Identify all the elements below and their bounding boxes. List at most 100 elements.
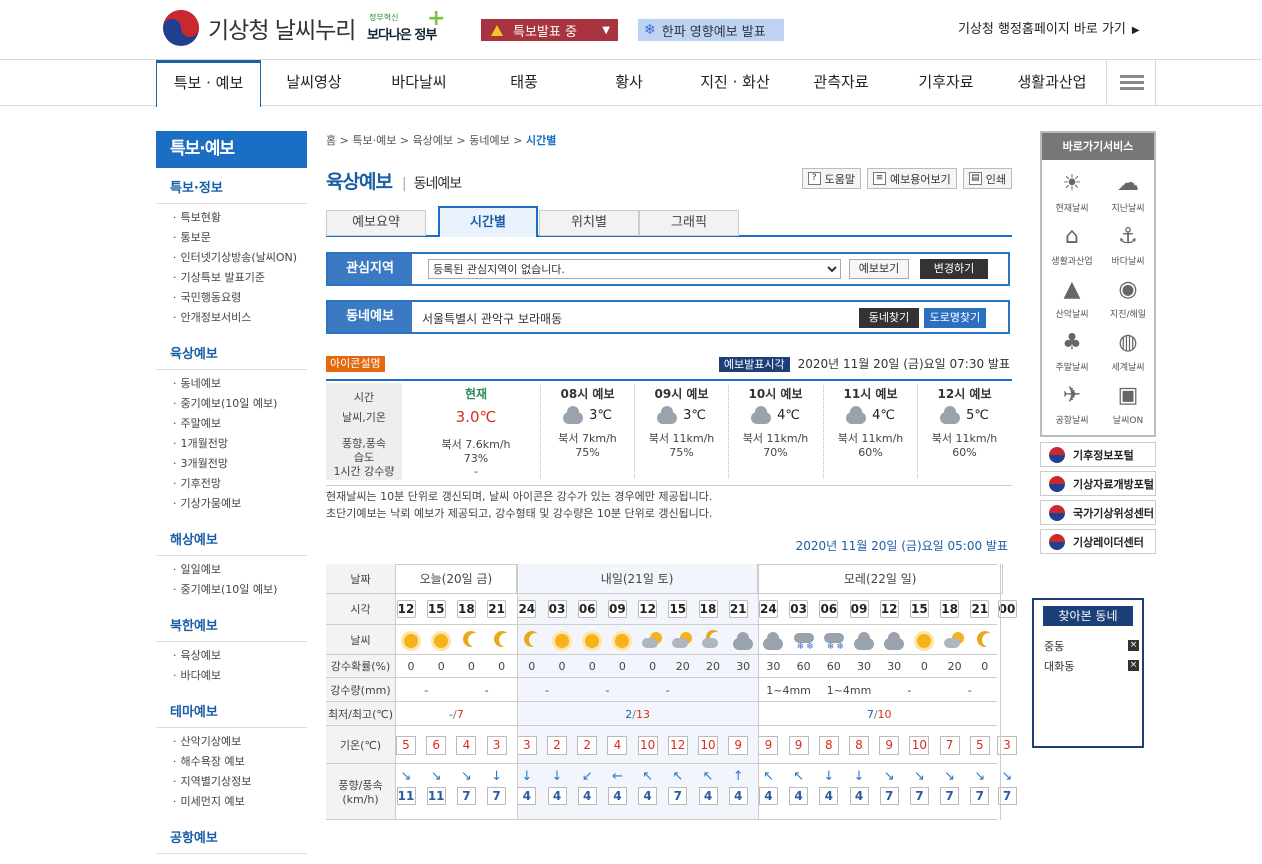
lnb-item[interactable]: 주말예보 bbox=[156, 414, 307, 434]
temp-cell: 10 bbox=[633, 736, 663, 755]
lnb-item[interactable]: 육상예보 bbox=[156, 646, 307, 666]
gnb-marine[interactable]: 바다날씨 bbox=[367, 60, 471, 106]
pop-cell: 30 bbox=[887, 660, 902, 673]
lnb-item[interactable]: 3개월전망 bbox=[156, 454, 307, 474]
breadcrumb-land[interactable]: 육상예보 bbox=[413, 134, 453, 147]
gnb-earthquake[interactable]: 지진 · 화산 bbox=[682, 60, 788, 106]
rain-cell: 1~4mm bbox=[826, 684, 872, 697]
lnb-section-title[interactable]: 북한예보 bbox=[156, 606, 307, 642]
icon-legend-button[interactable]: 아이콘설명 bbox=[326, 356, 385, 372]
gnb-weather-video[interactable]: 날씨영상 bbox=[262, 60, 366, 106]
find-road-button[interactable]: 도로명찾기 bbox=[924, 308, 986, 328]
lnb-section-title[interactable]: 육상예보 bbox=[156, 334, 307, 370]
gnb-forecast[interactable]: 특보 · 예보 bbox=[156, 60, 261, 107]
view-forecast-button[interactable]: 예보보기 bbox=[849, 259, 909, 279]
left-nav: 특보·예보 특보·정보특보현황통보문인터넷기상방송(날씨ON)기상특보 발표기준… bbox=[156, 131, 307, 854]
lnb-item[interactable]: 안개정보서비스 bbox=[156, 308, 307, 328]
lnb-item[interactable]: 동네예보 bbox=[156, 374, 307, 394]
lnb-item[interactable]: 중기예보(10일 예보) bbox=[156, 580, 307, 600]
taegeuk-icon bbox=[1049, 446, 1065, 463]
help-button[interactable]: ? 도움말 bbox=[801, 168, 862, 189]
tab-location[interactable]: 위치별 bbox=[539, 210, 639, 236]
tab-hourly[interactable]: 시간별 bbox=[438, 206, 538, 237]
close-icon[interactable]: × bbox=[1128, 660, 1139, 671]
lnb-item[interactable]: 기상특보 발표기준 bbox=[156, 268, 307, 288]
breadcrumb-forecast[interactable]: 특보·예보 bbox=[352, 134, 396, 147]
lnb-item[interactable]: 국민행동요령 bbox=[156, 288, 307, 308]
cold-wave-button[interactable]: ❄ 한파 영향예보 발표 bbox=[638, 19, 784, 41]
lnb-section-title[interactable]: 특보·정보 bbox=[156, 168, 307, 204]
quick-link[interactable]: ◍ 세계날씨 bbox=[1100, 330, 1156, 373]
quick-link[interactable]: ♣ 주말날씨 bbox=[1044, 330, 1100, 373]
lnb-item[interactable]: 중기예보(10일 예보) bbox=[156, 394, 307, 414]
lnb-item[interactable]: 통보문 bbox=[156, 228, 307, 248]
wind-arrow-icon: ← bbox=[611, 769, 623, 784]
mountain-icon: ▲ bbox=[1063, 277, 1081, 302]
forecast-column: 11시 예보 4℃ 북서 11km/h 60% bbox=[823, 385, 917, 478]
lnb-item[interactable]: 바다예보 bbox=[156, 666, 307, 686]
lnb-section-title[interactable]: 공항예보 bbox=[156, 818, 307, 854]
temp-cell: 4 bbox=[602, 736, 632, 755]
lnb-item[interactable]: 기후전망 bbox=[156, 474, 307, 494]
sun-icon bbox=[434, 634, 449, 648]
change-button[interactable]: 변경하기 bbox=[920, 259, 988, 279]
tab-summary[interactable]: 예보요약 bbox=[326, 210, 426, 236]
row-label: 기온(℃) bbox=[326, 726, 396, 764]
lnb-item[interactable]: 인터넷기상방송(날씨ON) bbox=[156, 248, 307, 268]
gnb-yellow-dust[interactable]: 황사 bbox=[577, 60, 681, 106]
quick-link[interactable]: ⚓ 바다날씨 bbox=[1100, 224, 1156, 267]
quick-link[interactable]: ☀ 현재날씨 bbox=[1044, 171, 1100, 214]
quick-link[interactable]: ▲ 산악날씨 bbox=[1044, 277, 1100, 320]
close-icon[interactable]: × bbox=[1128, 640, 1139, 651]
interest-region-select[interactable]: 등록된 관심지역이 없습니다. bbox=[428, 259, 841, 279]
lnb-item[interactable]: 특보현황 bbox=[156, 208, 307, 228]
quick-link[interactable]: ✈ 공항날씨 bbox=[1044, 383, 1100, 426]
gnb-life-industry[interactable]: 생활과산업 bbox=[999, 60, 1105, 106]
breadcrumb-home[interactable]: 홈 bbox=[326, 134, 336, 147]
visited-item[interactable]: 중동 bbox=[1044, 638, 1064, 654]
pop-cell: 0 bbox=[649, 660, 657, 673]
weather-cell bbox=[671, 631, 695, 651]
find-dong-button[interactable]: 동네찾기 bbox=[859, 308, 919, 328]
tab-graphic[interactable]: 그래픽 bbox=[639, 210, 739, 236]
kma-home-link[interactable]: 기상청 행정홈페이지 바로 가기 ▶ bbox=[958, 18, 1140, 37]
alert-label: 특보발표 중 bbox=[513, 24, 577, 40]
pop-cell: 0 bbox=[498, 660, 506, 673]
breadcrumb-dong[interactable]: 동네예보 bbox=[469, 134, 509, 147]
visited-item[interactable]: 대화동 bbox=[1044, 658, 1074, 674]
gnb-climate[interactable]: 기후자료 bbox=[894, 60, 998, 106]
lnb-item[interactable]: 해수욕장 예보 bbox=[156, 752, 307, 772]
portal-link[interactable]: 기후정보포털 bbox=[1040, 442, 1156, 467]
portal-link[interactable]: 기상레이더센터 bbox=[1040, 529, 1156, 554]
quick-link[interactable]: ☁ 지난날씨 bbox=[1100, 171, 1156, 214]
quick-link[interactable]: ▣ 날씨ON bbox=[1100, 383, 1156, 426]
glossary-button[interactable]: ≡ 예보용어보기 bbox=[867, 168, 957, 189]
cloud-icon bbox=[763, 632, 784, 650]
quick-link[interactable]: ◉ 지진/해일 bbox=[1100, 277, 1156, 320]
print-button[interactable]: ▤ 인쇄 bbox=[962, 168, 1012, 189]
wind-cell: ↓ 4 bbox=[844, 770, 874, 805]
quick-link[interactable]: ⌂ 생활과산업 bbox=[1044, 224, 1100, 267]
alert-dropdown-button[interactable]: 특보발표 중 ▼ bbox=[481, 19, 618, 41]
menu-icon[interactable] bbox=[1106, 60, 1156, 106]
lnb-title: 특보·예보 bbox=[156, 131, 307, 168]
gnb-typhoon[interactable]: 태풍 bbox=[472, 60, 576, 106]
lnb-item[interactable]: 1개월전망 bbox=[156, 434, 307, 454]
portal-link[interactable]: 기상자료개방포털 bbox=[1040, 471, 1156, 496]
lnb-section-title[interactable]: 해상예보 bbox=[156, 520, 307, 556]
lnb-item[interactable]: 지역별기상정보 bbox=[156, 772, 307, 792]
portal-link[interactable]: 국가기상위성센터 bbox=[1040, 500, 1156, 525]
gnb-observation[interactable]: 관측자료 bbox=[789, 60, 893, 106]
lnb-item[interactable]: 기상가뭄예보 bbox=[156, 494, 307, 514]
lnb-section-title[interactable]: 테마예보 bbox=[156, 692, 307, 728]
hour-cell: 12 bbox=[879, 600, 899, 618]
day-header: 모레(22일 일) bbox=[758, 564, 1003, 594]
lnb-item[interactable]: 일일예보 bbox=[156, 560, 307, 580]
lnb-item[interactable]: 미세먼지 예보 bbox=[156, 792, 307, 812]
sun-icon bbox=[615, 634, 630, 648]
weather-cell bbox=[912, 631, 936, 651]
lnb-item[interactable]: 산악기상예보 bbox=[156, 732, 307, 752]
kma-logo[interactable]: 기상청 날씨누리 bbox=[162, 9, 356, 47]
day-divider bbox=[758, 564, 760, 820]
pop-cell: 30 bbox=[857, 660, 871, 673]
